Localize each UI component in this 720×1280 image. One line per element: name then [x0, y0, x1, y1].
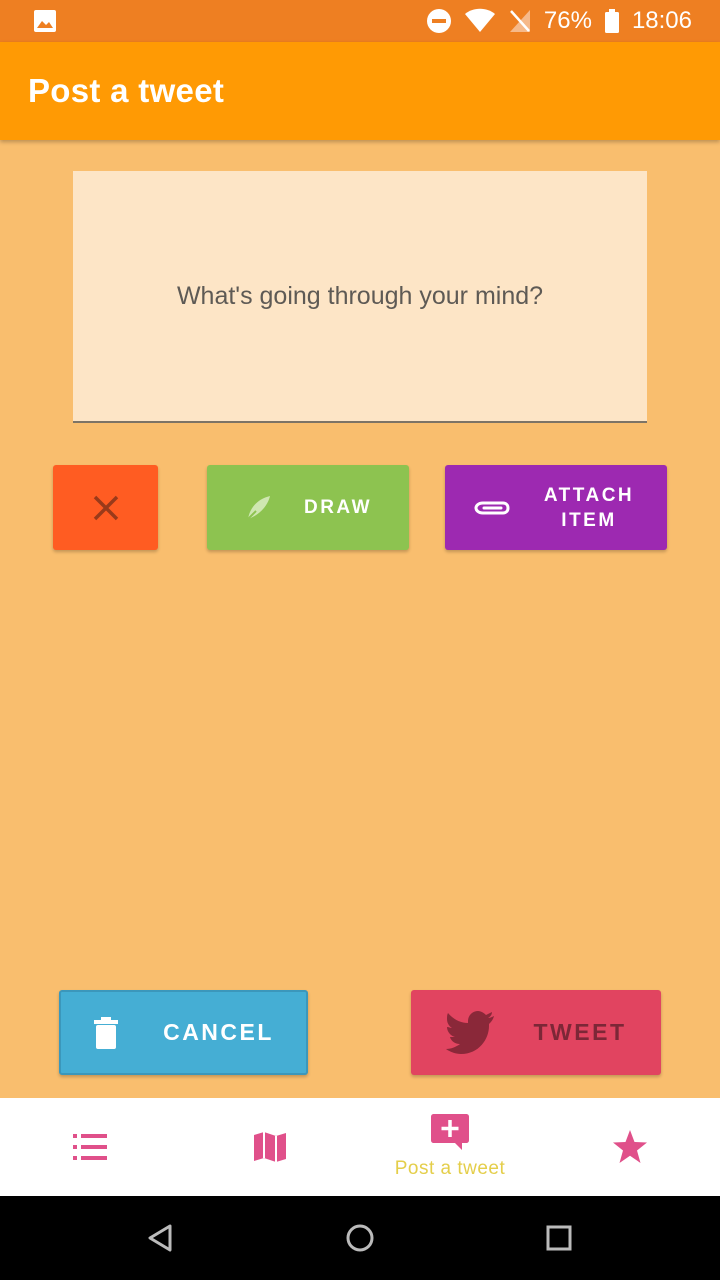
system-navigation-bar: [0, 1196, 720, 1280]
status-indicators: 76% 18:06: [426, 0, 692, 42]
home-circle-icon: [346, 1224, 374, 1252]
cancel-button-label: CANCEL: [163, 1019, 274, 1045]
nav-post-label: Post a tweet: [394, 1158, 506, 1179]
clear-button[interactable]: [53, 465, 158, 550]
wifi-icon: [464, 8, 495, 32]
back-triangle-icon: [148, 1224, 172, 1252]
back-button[interactable]: [144, 1222, 176, 1254]
battery-percent: 76%: [543, 7, 592, 34]
clock: 18:06: [631, 7, 692, 34]
nav-item-list[interactable]: [50, 1098, 130, 1196]
attach-item-button[interactable]: ATTACH ITEM: [445, 465, 667, 550]
battery-icon: [604, 9, 619, 33]
home-button[interactable]: [344, 1222, 376, 1254]
close-icon: [93, 495, 118, 520]
draw-button[interactable]: DRAW: [207, 465, 409, 550]
paperclip-icon: [474, 501, 510, 514]
page-title: Post a tweet: [28, 72, 225, 109]
tweet-button[interactable]: TWEET: [411, 990, 661, 1075]
add-post-icon: [431, 1114, 469, 1150]
nav-item-favorites[interactable]: [590, 1098, 670, 1196]
tweet-input-placeholder: What's going through your mind?: [176, 281, 544, 310]
attach-label-line1: ATTACH: [543, 484, 635, 506]
recents-square-icon: [546, 1225, 572, 1251]
status-bar: 76% 18:06: [0, 0, 720, 42]
no-signal-icon: [509, 10, 530, 32]
list-icon: [73, 1134, 107, 1160]
recents-button[interactable]: [543, 1222, 575, 1254]
attach-label-line2: ITEM: [561, 509, 617, 531]
do-not-disturb-icon: [426, 9, 451, 33]
twitter-bird-icon: [445, 1010, 494, 1054]
gallery-notification-icon: [34, 10, 56, 32]
app-bar: Post a tweet: [0, 42, 720, 140]
trash-icon: [94, 1016, 119, 1049]
tweet-button-label: TWEET: [533, 1019, 627, 1045]
nav-item-post-tweet[interactable]: Post a tweet: [370, 1098, 530, 1196]
map-icon: [254, 1132, 286, 1162]
attach-button-label: ATTACH ITEM: [539, 483, 639, 533]
star-icon: [613, 1130, 647, 1163]
tweet-input[interactable]: What's going through your mind?: [73, 171, 647, 423]
cancel-button[interactable]: CANCEL: [59, 990, 308, 1075]
draw-button-label: DRAW: [303, 496, 373, 518]
pencil-icon: [247, 495, 270, 520]
nav-item-map[interactable]: [230, 1098, 310, 1196]
bottom-navigation: Post a tweet: [0, 1098, 720, 1196]
